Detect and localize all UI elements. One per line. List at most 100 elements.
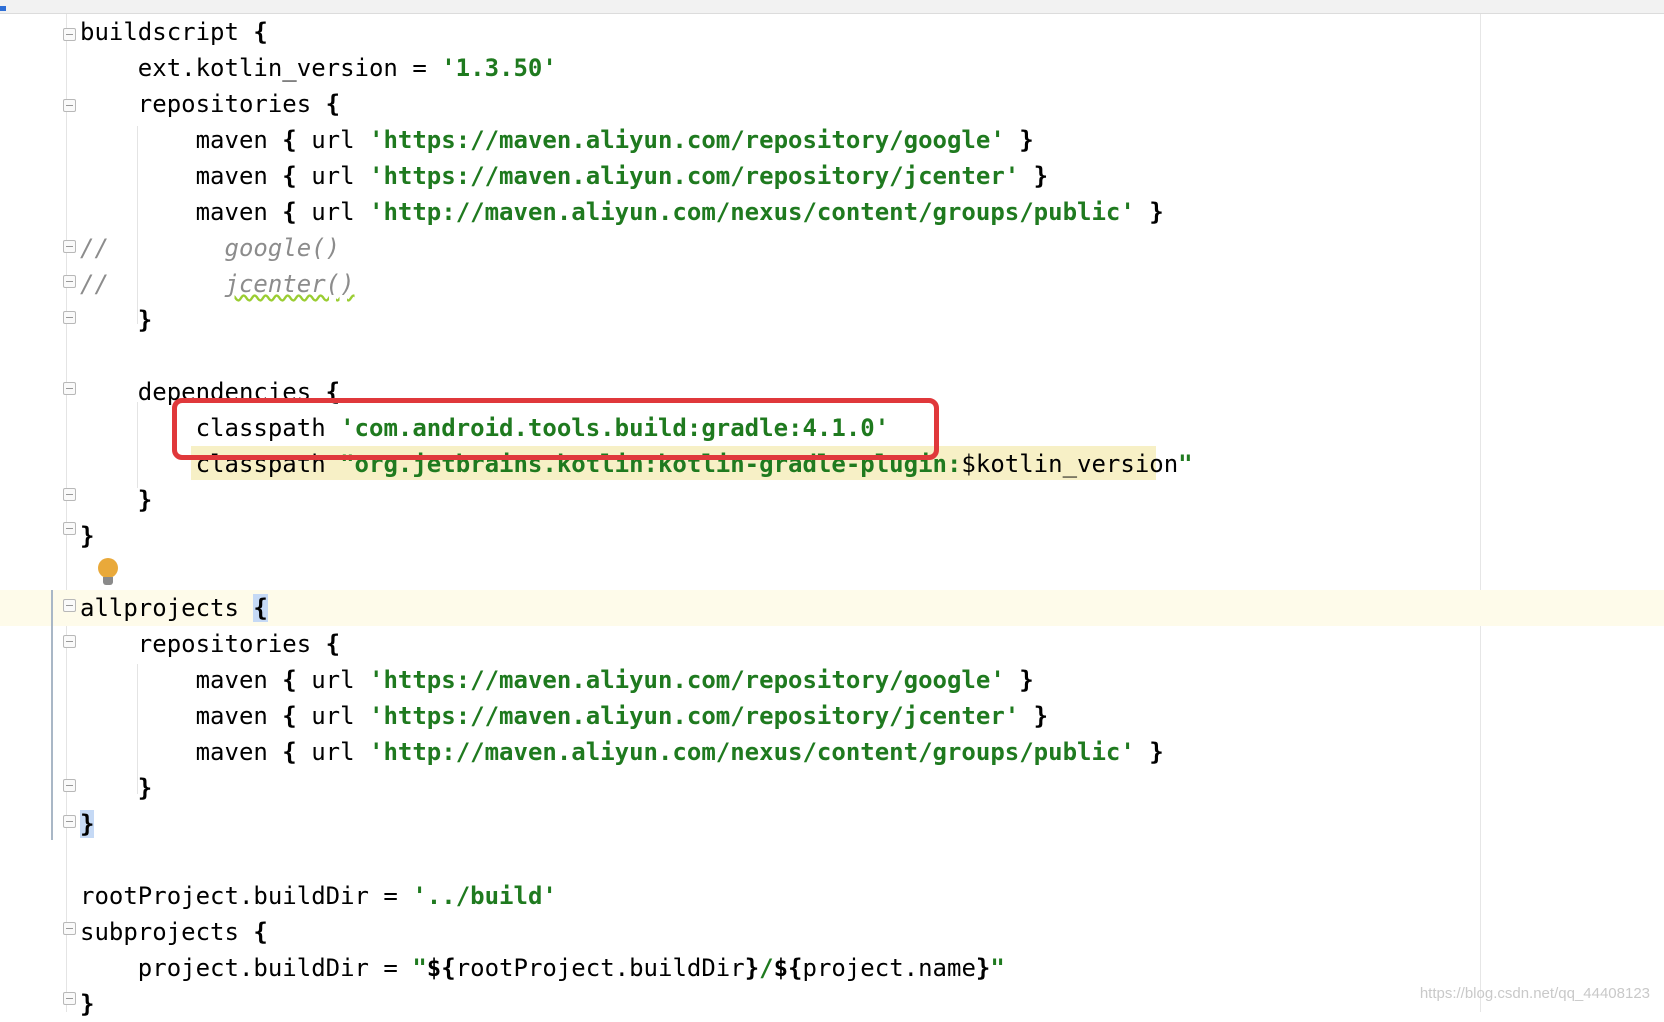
fold-marker-icon[interactable] <box>63 599 76 612</box>
code-brace: { <box>282 198 297 226</box>
fold-marker-icon[interactable] <box>63 779 76 792</box>
code-line[interactable]: maven { url 'https://maven.aliyun.com/re… <box>80 662 1034 698</box>
code-brace: } <box>137 486 153 514</box>
code-brace: { <box>325 630 341 658</box>
code-token: allprojects <box>80 594 254 622</box>
fold-marker-icon[interactable] <box>63 28 76 41</box>
code-token: repositories <box>80 630 326 658</box>
editor-gutter[interactable] <box>0 14 67 1012</box>
code-comment: // <box>80 270 109 298</box>
intention-bulb-icon[interactable] <box>98 558 118 586</box>
code-line[interactable]: maven { url 'https://maven.aliyun.com/re… <box>80 158 1049 194</box>
code-token: buildscript <box>80 18 254 46</box>
code-brace: } <box>1149 198 1164 226</box>
code-brace: { <box>253 18 268 46</box>
code-brace: } <box>80 990 95 1018</box>
code-string: " <box>990 954 1005 982</box>
code-token: maven <box>80 126 283 154</box>
code-token: maven <box>80 162 283 190</box>
code-brace: } <box>744 954 760 982</box>
code-line[interactable]: ext.kotlin_version = '1.3.50' <box>80 50 557 86</box>
code-line[interactable]: maven { url 'http://maven.aliyun.com/nex… <box>80 734 1164 770</box>
tab-indicator <box>0 6 6 11</box>
code-string: 'http://maven.aliyun.com/nexus/content/g… <box>369 738 1135 766</box>
code-brace: { <box>325 90 341 118</box>
code-token: project.name <box>802 954 976 982</box>
code-brace: } <box>975 954 991 982</box>
code-brace: { <box>253 594 268 622</box>
fold-marker-icon[interactable] <box>63 635 76 648</box>
code-brace: } <box>80 522 95 550</box>
code-line[interactable]: repositories { <box>80 626 340 662</box>
scope-indicator <box>51 590 53 840</box>
code-string: '1.3.50' <box>441 54 557 82</box>
code-line[interactable]: project.buildDir = "${rootProject.buildD… <box>80 950 1005 986</box>
code-brace: } <box>1019 666 1034 694</box>
code-comment: google() <box>224 234 341 262</box>
code-token: url <box>296 702 369 730</box>
fold-marker-icon[interactable] <box>63 488 76 501</box>
code-line[interactable]: } <box>80 482 152 518</box>
code-brace: { <box>282 702 297 730</box>
code-brace: } <box>1033 162 1049 190</box>
fold-marker-icon[interactable] <box>63 311 76 324</box>
code-token: maven <box>80 702 283 730</box>
code-line[interactable]: } <box>80 518 94 554</box>
code-line[interactable]: maven { url 'https://maven.aliyun.com/re… <box>80 122 1034 158</box>
right-margin-guide <box>1480 14 1481 1012</box>
code-line[interactable]: // jcenter() <box>80 266 355 302</box>
code-line[interactable]: buildscript { <box>80 14 268 50</box>
code-string: / <box>759 954 774 982</box>
code-line[interactable]: } <box>80 986 94 1022</box>
code-token: ext.kotlin_version = <box>80 54 442 82</box>
code-line[interactable]: repositories { <box>80 86 340 122</box>
code-line[interactable]: rootProject.buildDir = '../build' <box>80 878 557 914</box>
code-token: url <box>296 198 369 226</box>
editor-tab-strip <box>0 0 1664 14</box>
code-string: 'https://maven.aliyun.com/repository/goo… <box>369 666 1005 694</box>
code-line[interactable]: maven { url 'https://maven.aliyun.com/re… <box>80 698 1049 734</box>
code-comment: // <box>80 234 109 262</box>
code-line[interactable]: } <box>80 770 152 806</box>
fold-marker-icon[interactable] <box>63 992 76 1005</box>
code-line[interactable]: } <box>80 806 95 842</box>
code-line[interactable]: // google() <box>80 230 340 266</box>
code-brace: ${ <box>426 954 456 982</box>
bulb-head <box>98 558 118 578</box>
code-string: '../build' <box>412 882 557 910</box>
code-string: 'http://maven.aliyun.com/nexus/content/g… <box>369 198 1135 226</box>
code-line[interactable]: subprojects { <box>80 914 268 950</box>
code-token: subprojects <box>80 918 254 946</box>
code-string: 'https://maven.aliyun.com/repository/goo… <box>369 126 1005 154</box>
bulb-base <box>103 577 113 585</box>
fold-marker-icon[interactable] <box>63 522 76 535</box>
code-brace: { <box>282 738 297 766</box>
fold-marker-icon[interactable] <box>63 922 76 935</box>
code-token: maven <box>80 198 283 226</box>
code-token: url <box>296 666 369 694</box>
fold-marker-icon[interactable] <box>63 99 76 112</box>
code-brace: } <box>80 810 95 838</box>
fold-marker-icon[interactable] <box>63 240 76 253</box>
code-line[interactable]: maven { url 'http://maven.aliyun.com/nex… <box>80 194 1164 230</box>
fold-marker-icon[interactable] <box>63 275 76 288</box>
code-token: maven <box>80 738 283 766</box>
highlight-callout-box <box>172 398 939 460</box>
code-string: " <box>412 954 427 982</box>
code-token: $kotlin_version <box>961 450 1179 478</box>
code-brace: } <box>137 306 153 334</box>
code-comment: jcenter() <box>224 270 355 298</box>
fold-marker-icon[interactable] <box>63 382 76 395</box>
code-line[interactable]: allprojects { <box>80 590 268 626</box>
code-brace: } <box>137 774 153 802</box>
code-brace: ${ <box>773 954 803 982</box>
code-token: url <box>296 126 369 154</box>
code-brace: { <box>282 666 297 694</box>
fold-marker-icon[interactable] <box>63 815 76 828</box>
code-brace: } <box>1019 126 1034 154</box>
code-line[interactable]: } <box>80 302 152 338</box>
code-token: project.buildDir = <box>80 954 413 982</box>
